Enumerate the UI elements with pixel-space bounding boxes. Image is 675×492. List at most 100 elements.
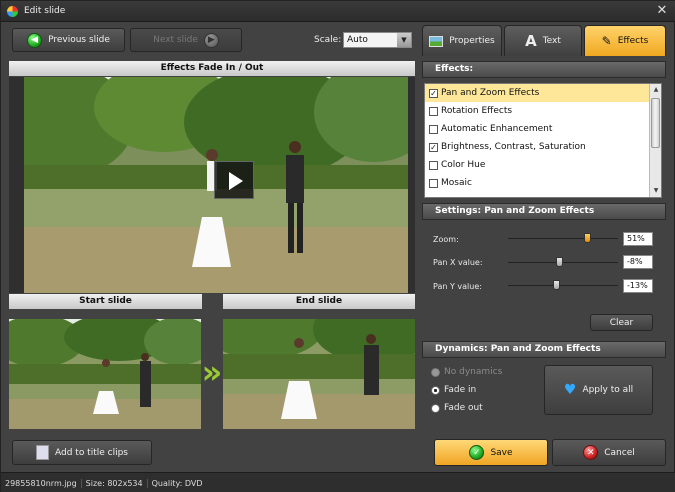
text-icon: A bbox=[525, 32, 537, 50]
effect-checkbox[interactable] bbox=[429, 106, 438, 116]
scroll-thumb[interactable] bbox=[651, 98, 660, 148]
effects-items: ✓ Pan and Zoom Effects Rotation Effects Aut… bbox=[425, 84, 661, 192]
zoom-value[interactable]: 51% bbox=[623, 232, 653, 246]
preview-panel bbox=[9, 77, 415, 293]
radio-fade-in[interactable]: Fade in bbox=[431, 385, 476, 395]
pan-y-track bbox=[508, 285, 618, 286]
checkmark-icon: ✓ bbox=[469, 445, 485, 460]
status-filename: 29855810nrm.jpg bbox=[1, 478, 82, 488]
effect-checkbox[interactable]: ✓ bbox=[429, 142, 438, 152]
effect-item[interactable]: Mosaic bbox=[425, 174, 649, 192]
start-slide-thumbnail bbox=[9, 319, 201, 429]
effect-checkbox[interactable] bbox=[429, 160, 438, 170]
effects-scrollbar[interactable]: ▲ ▼ bbox=[649, 84, 661, 197]
magic-wand-icon: ✎ bbox=[601, 34, 612, 48]
save-button[interactable]: ✓ Save bbox=[434, 439, 548, 466]
status-bar: 29855810nrm.jpg Size: 802x534 Quality: D… bbox=[1, 472, 675, 492]
chevron-right-icon: » bbox=[201, 353, 223, 391]
effect-label: Pan and Zoom Effects bbox=[441, 88, 540, 98]
dynamics-header: Dynamics: Pan and Zoom Effects bbox=[422, 341, 666, 358]
pan-x-ticks bbox=[508, 267, 618, 269]
status-size: Size: 802x534 bbox=[82, 478, 148, 488]
effect-checkbox[interactable] bbox=[429, 124, 438, 134]
image-icon bbox=[429, 35, 444, 47]
previous-slide-label: Previous slide bbox=[48, 35, 110, 45]
scroll-down-icon[interactable]: ▼ bbox=[650, 185, 661, 197]
apply-to-all-label: Apply to all bbox=[582, 385, 634, 395]
scale-select[interactable]: Auto ▼ bbox=[343, 32, 412, 48]
pan-y-slider[interactable] bbox=[508, 280, 618, 292]
pan-y-value[interactable]: -13% bbox=[623, 279, 653, 293]
start-slide-photo bbox=[9, 319, 201, 429]
pan-x-label: Pan X value: bbox=[433, 258, 483, 267]
preview-photo bbox=[24, 77, 408, 293]
close-icon[interactable]: ✕ bbox=[654, 3, 670, 19]
play-icon[interactable] bbox=[214, 161, 254, 199]
close-icon: ✕ bbox=[583, 445, 599, 460]
clear-button[interactable]: Clear bbox=[590, 314, 653, 331]
radio-fade-out-circle bbox=[431, 403, 440, 413]
scroll-up-icon[interactable]: ▲ bbox=[650, 84, 661, 96]
effect-label: Automatic Enhancement bbox=[441, 124, 553, 134]
radio-fade-in-label: Fade in bbox=[444, 385, 477, 395]
pan-x-value[interactable]: -8% bbox=[623, 255, 653, 269]
tab-properties-label: Properties bbox=[449, 36, 495, 46]
effect-label: Color Hue bbox=[441, 160, 486, 170]
effect-checkbox[interactable] bbox=[429, 178, 438, 188]
edit-slide-window: Edit slide ✕ ◀ Previous slide Next slide… bbox=[0, 0, 675, 492]
effect-checkbox[interactable]: ✓ bbox=[429, 88, 438, 98]
zoom-slider[interactable] bbox=[508, 233, 618, 245]
pan-y-knob[interactable] bbox=[553, 280, 561, 290]
pan-x-knob[interactable] bbox=[555, 257, 563, 267]
radio-no-dynamics-circle bbox=[431, 367, 440, 377]
zoom-ticks bbox=[508, 243, 618, 245]
effect-label: Rotation Effects bbox=[441, 106, 513, 116]
tab-properties[interactable]: Properties bbox=[422, 25, 502, 56]
save-label: Save bbox=[490, 447, 513, 458]
end-slide-photo bbox=[223, 319, 415, 429]
effect-item[interactable]: Color Hue bbox=[425, 156, 649, 174]
effect-label: Brightness, Contrast, Saturation bbox=[441, 142, 586, 152]
effect-item[interactable]: Automatic Enhancement bbox=[425, 120, 649, 138]
tab-effects-label: Effects bbox=[617, 36, 649, 46]
preview-header: Effects Fade In / Out bbox=[9, 61, 415, 76]
scale-value: Auto bbox=[347, 35, 368, 45]
end-slide-thumbnail bbox=[223, 319, 415, 429]
arrow-left-icon: ◀ bbox=[27, 32, 43, 48]
next-slide-label: Next slide bbox=[153, 35, 198, 45]
previous-slide-button[interactable]: ◀ Previous slide bbox=[12, 28, 125, 52]
effect-item[interactable]: ✓ Brightness, Contrast, Saturation bbox=[425, 138, 649, 156]
radio-no-dynamics[interactable]: No dynamics bbox=[431, 367, 502, 377]
radio-fade-out[interactable]: Fade out bbox=[431, 403, 483, 413]
effect-item[interactable]: ✓ Pan and Zoom Effects bbox=[425, 84, 649, 102]
settings-header: Settings: Pan and Zoom Effects bbox=[422, 203, 666, 220]
radio-fade-in-circle bbox=[431, 385, 440, 395]
effect-label: Mosaic bbox=[441, 178, 472, 188]
clear-label: Clear bbox=[609, 317, 634, 328]
arrow-right-icon: ▶ bbox=[203, 32, 219, 48]
add-to-title-clips-button[interactable]: Add to title clips bbox=[12, 440, 152, 465]
title-bar: Edit slide ✕ bbox=[1, 1, 675, 22]
pan-y-ticks bbox=[508, 290, 618, 292]
heart-icon: ♥ bbox=[563, 382, 577, 398]
scale-label: Scale: bbox=[314, 35, 342, 45]
apply-to-all-button[interactable]: ♥ Apply to all bbox=[544, 365, 653, 415]
zoom-knob[interactable] bbox=[584, 233, 592, 243]
end-slide-header: End slide bbox=[223, 294, 415, 309]
cancel-button[interactable]: ✕ Cancel bbox=[552, 439, 666, 466]
status-quality: Quality: DVD bbox=[151, 478, 203, 488]
effect-item[interactable]: Rotation Effects bbox=[425, 102, 649, 120]
tab-text[interactable]: A Text bbox=[504, 25, 582, 56]
zoom-label: Zoom: bbox=[433, 235, 459, 244]
title-clip-icon bbox=[36, 445, 49, 460]
effects-header: Effects: bbox=[422, 61, 666, 78]
tab-effects[interactable]: ✎ Effects bbox=[584, 25, 666, 56]
radio-no-dynamics-label: No dynamics bbox=[444, 367, 503, 377]
zoom-track bbox=[508, 238, 618, 239]
window-title: Edit slide bbox=[24, 6, 66, 16]
effects-list: ✓ Pan and Zoom Effects Rotation Effects Aut… bbox=[424, 83, 662, 198]
next-slide-button[interactable]: Next slide ▶ bbox=[130, 28, 242, 52]
pan-x-slider[interactable] bbox=[508, 257, 618, 269]
radio-fade-out-label: Fade out bbox=[444, 403, 483, 413]
start-slide-header: Start slide bbox=[9, 294, 202, 309]
